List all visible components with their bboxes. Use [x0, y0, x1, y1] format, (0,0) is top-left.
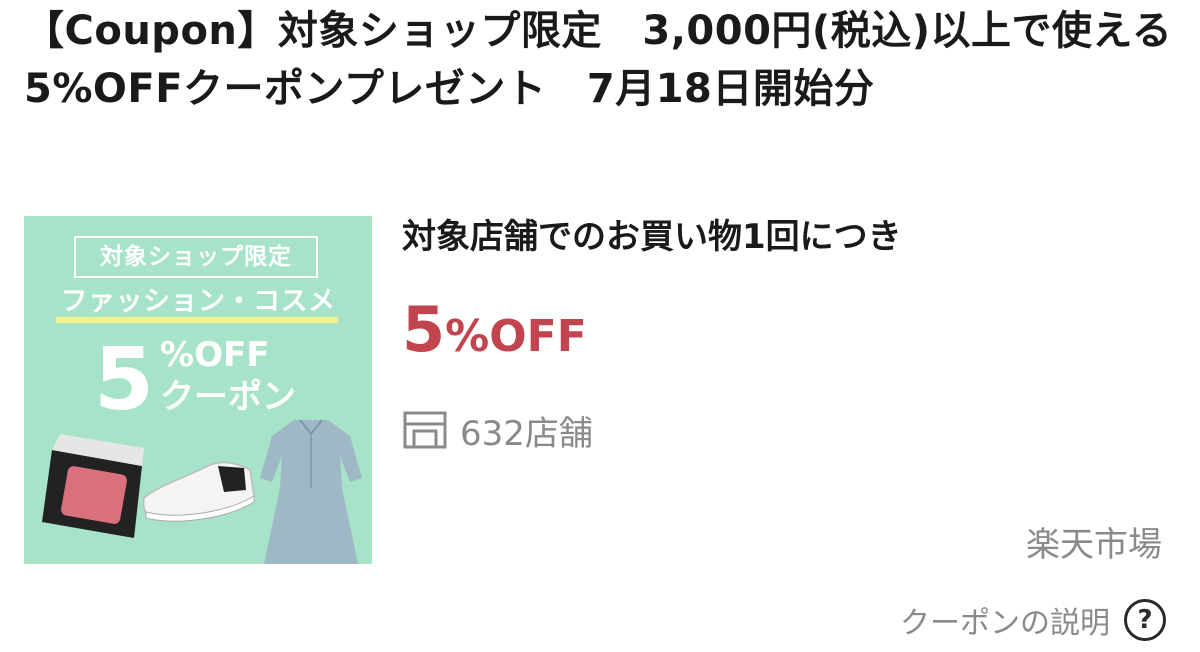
discount-value: 5%OFF — [402, 290, 587, 377]
banner-category-label: ファッション・コスメ — [60, 286, 336, 317]
shop-count: 632店舗 — [460, 413, 593, 454]
discount-suffix: %OFF — [445, 311, 587, 362]
coupon-title: 【Coupon】対象ショップ限定 3,000円(税込)以上で使える5%OFFクー… — [24, 8, 1173, 112]
marketplace-label: 楽天市場 — [1026, 525, 1162, 565]
banner-discount-percent: %OFF — [160, 335, 270, 375]
banner-discount-number: 5 — [94, 330, 154, 430]
shop-count-row: 632店舗 — [402, 404, 593, 456]
coupon-banner-image[interactable]: 対象ショップ限定 ファッション・コスメ 5 %OFF クーポン — [24, 216, 372, 564]
store-icon — [403, 411, 447, 449]
banner-highlight-line — [56, 317, 338, 323]
discount-number: 5 — [402, 293, 446, 366]
banner-coupon-word: クーポン — [160, 377, 296, 417]
banner-shop-label: 対象ショップ限定 — [74, 236, 318, 278]
coupon-help-label[interactable]: クーポンの説明 — [900, 598, 1110, 642]
blush-compact-icon — [42, 434, 144, 538]
sneaker-icon — [142, 461, 255, 522]
coupon-condition: 対象店舗でのお買い物1回につき — [402, 217, 902, 257]
dress-icon — [260, 419, 362, 564]
question-circle-icon[interactable]: ? — [1124, 599, 1166, 641]
coupon-help-link[interactable]: クーポンの説明 ? — [900, 594, 1166, 646]
coupon-page: 【Coupon】対象ショップ限定 3,000円(税込)以上で使える5%OFFクー… — [0, 0, 1200, 652]
